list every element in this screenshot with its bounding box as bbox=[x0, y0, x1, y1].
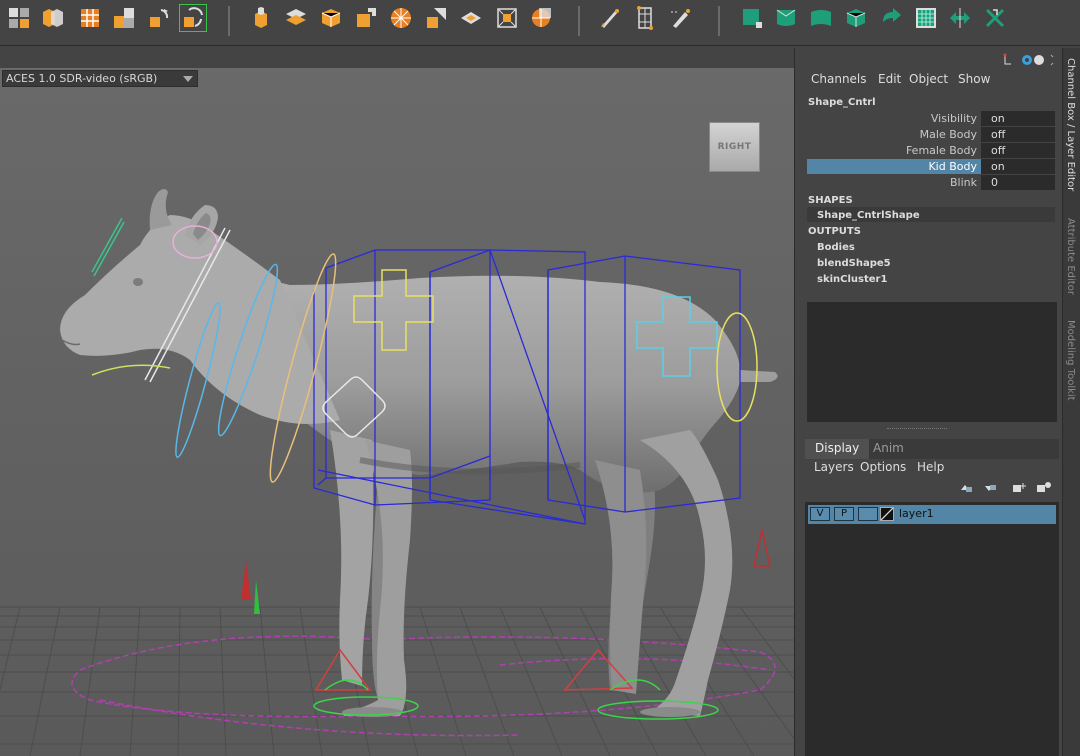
multi-cube-icon[interactable] bbox=[40, 5, 66, 31]
uv-square-icon[interactable] bbox=[739, 5, 765, 31]
panel-splitter[interactable] bbox=[887, 428, 947, 430]
perspective-viewport[interactable]: ACES 1.0 SDR-video (sRGB) RIGHT bbox=[0, 48, 795, 756]
channel-box-panel: Channels Edit Object Show Shape_Cntrl Vi… bbox=[797, 48, 1062, 756]
uv-unfold-icon[interactable] bbox=[808, 5, 834, 31]
attr-row-kid-body[interactable]: Kid Body on bbox=[807, 159, 1057, 175]
attr-name: Female Body bbox=[905, 144, 977, 157]
view-cube[interactable]: RIGHT bbox=[709, 122, 760, 172]
new-layer-icon bbox=[1013, 483, 1026, 492]
menu-channels[interactable]: Channels bbox=[811, 72, 867, 86]
layer-name[interactable]: layer1 bbox=[899, 507, 934, 520]
menu-object[interactable]: Object bbox=[909, 72, 948, 86]
outputs-header: OUTPUTS bbox=[808, 226, 861, 237]
menu-layers[interactable]: Layers bbox=[814, 460, 854, 474]
menu-show[interactable]: Show bbox=[958, 72, 990, 86]
color-space-label: ACES 1.0 SDR-video (sRGB) bbox=[6, 72, 158, 85]
tab-display[interactable]: Display bbox=[805, 439, 870, 459]
cut-faces-icon[interactable] bbox=[353, 5, 379, 31]
attr-value[interactable]: on bbox=[981, 111, 1055, 126]
attr-row-male-body[interactable]: Male Body off bbox=[807, 127, 1057, 143]
layer-playback-toggle[interactable]: P bbox=[834, 507, 854, 521]
layer-color-swatch[interactable] bbox=[858, 507, 878, 521]
uv-checker-icon[interactable] bbox=[913, 5, 939, 31]
tab-attribute-editor[interactable]: Attribute Editor bbox=[1065, 218, 1076, 295]
lattice-icon[interactable] bbox=[632, 5, 658, 31]
channel-box-menu: Channels Edit Object Show bbox=[797, 72, 1062, 90]
layer-editor-tabs: Display Anim bbox=[805, 439, 1059, 459]
attr-name: Kid Body bbox=[928, 160, 977, 173]
reset-rotation-icon[interactable] bbox=[179, 4, 207, 32]
flat-plane-icon[interactable] bbox=[458, 5, 484, 31]
move-layer-up-icon bbox=[961, 485, 972, 492]
shapes-header: SHAPES bbox=[808, 195, 853, 206]
tab-channel-box-layer-editor[interactable]: Channel Box / Layer Editor bbox=[1065, 58, 1076, 191]
output-item[interactable]: Bodies bbox=[817, 242, 855, 253]
attr-value[interactable]: off bbox=[981, 143, 1055, 158]
layer-row[interactable]: V P layer1 bbox=[808, 505, 1056, 524]
help-icon bbox=[1034, 55, 1044, 65]
attr-row-female-body[interactable]: Female Body off bbox=[807, 143, 1057, 159]
channel-box-empty-area bbox=[807, 302, 1057, 422]
extrude-icon[interactable] bbox=[248, 5, 274, 31]
cube-face-icon[interactable] bbox=[318, 5, 344, 31]
plane-cut-icon[interactable] bbox=[423, 5, 449, 31]
output-item[interactable]: blendShape5 bbox=[817, 258, 891, 269]
menu-help[interactable]: Help bbox=[917, 460, 944, 474]
side-tabs: Channel Box / Layer Editor Attribute Edi… bbox=[1062, 48, 1080, 756]
scroll-icon bbox=[1050, 54, 1054, 66]
bevel-icon[interactable] bbox=[283, 5, 309, 31]
node-name[interactable]: Shape_Cntrl bbox=[808, 97, 876, 108]
toolbar-separator bbox=[578, 6, 580, 36]
attr-name: Visibility bbox=[930, 112, 977, 125]
menu-edit[interactable]: Edit bbox=[878, 72, 901, 86]
uv-cube-icon[interactable] bbox=[843, 5, 869, 31]
chevron-down-icon bbox=[183, 76, 193, 82]
uv-rotate-icon[interactable] bbox=[878, 5, 904, 31]
layer-display-type-icon[interactable] bbox=[880, 507, 894, 521]
attr-row-visibility[interactable]: Visibility on bbox=[807, 111, 1057, 127]
paint-icon[interactable] bbox=[597, 5, 623, 31]
grid-select-icon[interactable] bbox=[77, 5, 103, 31]
layer-editor-toolbar bbox=[961, 482, 1051, 492]
attr-value[interactable]: on bbox=[981, 159, 1055, 174]
shelf-toolbar bbox=[0, 0, 1080, 46]
move-layer-down-icon bbox=[985, 485, 996, 491]
scale-box-icon[interactable] bbox=[494, 5, 520, 31]
scene-canvas bbox=[0, 48, 794, 756]
layer-list: V P layer1 bbox=[805, 502, 1059, 756]
panel-header-icons bbox=[1003, 53, 1054, 66]
toolbar-separator bbox=[228, 6, 230, 36]
layer-visibility-toggle[interactable]: V bbox=[810, 507, 830, 521]
settings-icon bbox=[1022, 55, 1032, 65]
uv-cut-icon[interactable] bbox=[982, 5, 1008, 31]
view-cube-label: RIGHT bbox=[717, 142, 752, 152]
pen-tool-icon[interactable] bbox=[668, 5, 694, 31]
move-tool-icon[interactable] bbox=[6, 5, 32, 31]
tab-anim[interactable]: Anim bbox=[863, 439, 914, 459]
attr-name: Male Body bbox=[919, 128, 977, 141]
shape-item[interactable]: Shape_CntrlShape bbox=[817, 210, 920, 221]
sphere-grid-icon[interactable] bbox=[528, 5, 554, 31]
toolbar-separator bbox=[718, 6, 720, 36]
attr-value[interactable]: 0 bbox=[981, 175, 1055, 190]
viewport-panel-bar bbox=[0, 48, 794, 68]
attr-value[interactable]: off bbox=[981, 127, 1055, 142]
output-item[interactable]: skinCluster1 bbox=[817, 274, 887, 285]
attr-name: Blink bbox=[949, 176, 977, 189]
rotate-snap-icon[interactable] bbox=[146, 5, 172, 31]
color-space-dropdown[interactable]: ACES 1.0 SDR-video (sRGB) bbox=[2, 70, 198, 87]
uv-scale-icon[interactable] bbox=[947, 5, 973, 31]
snap-grid-icon[interactable] bbox=[111, 5, 137, 31]
uv-shell-icon[interactable] bbox=[773, 5, 799, 31]
attr-row-blink[interactable]: Blink 0 bbox=[807, 175, 1057, 191]
sphere-wireframe-icon[interactable] bbox=[388, 5, 414, 31]
tab-modeling-toolkit[interactable]: Modeling Toolkit bbox=[1065, 320, 1076, 401]
new-layer-selected-icon bbox=[1037, 482, 1051, 492]
menu-options[interactable]: Options bbox=[860, 460, 906, 474]
axis-icon bbox=[1003, 53, 1011, 65]
layer-editor-menu: Layers Options Help bbox=[805, 460, 1059, 478]
